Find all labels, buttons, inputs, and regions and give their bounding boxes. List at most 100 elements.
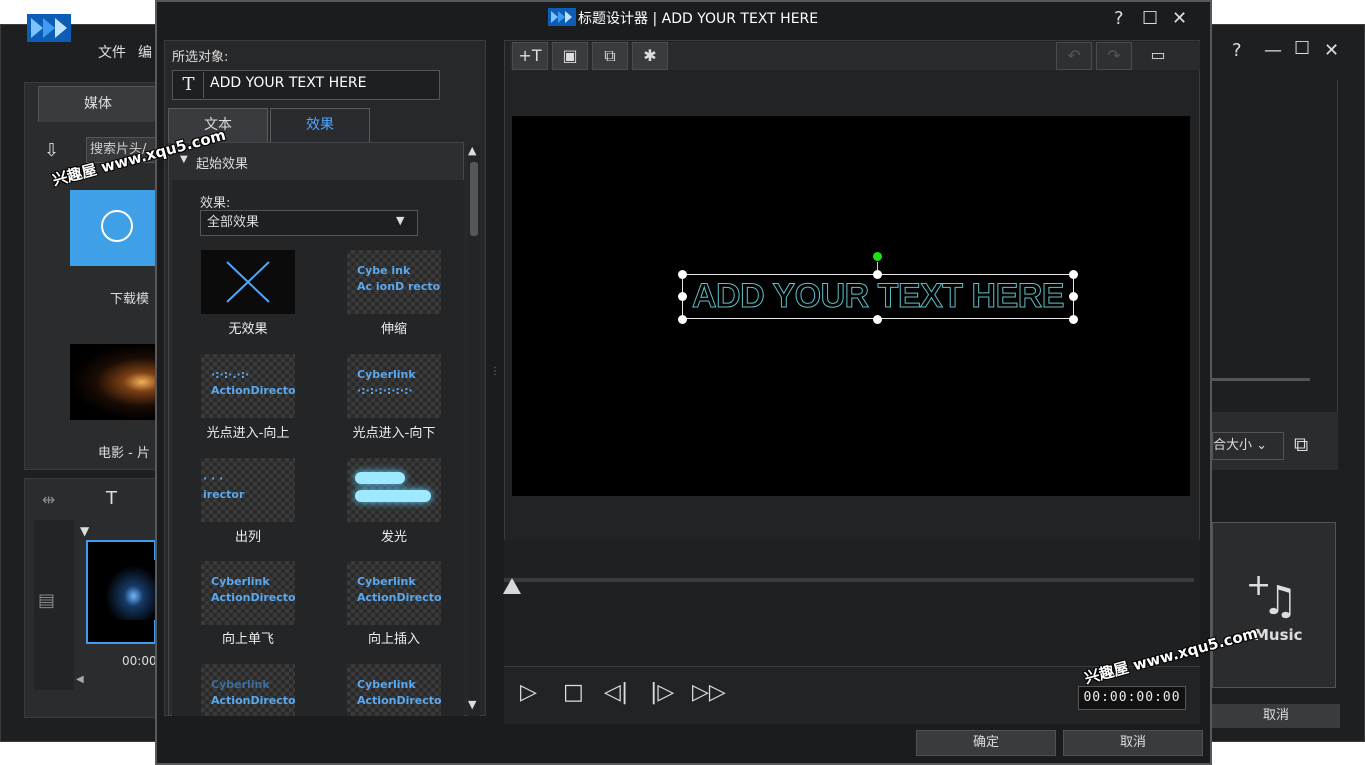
effect-sparkle-down-thumb[interactable]: Cyberlink ·:·:·:·:·:·:·	[347, 354, 441, 418]
clip-thumbnail	[100, 560, 156, 620]
effect-thumb[interactable]: Cyberlink ActionDirector	[201, 664, 295, 716]
add-image-button[interactable]: ▣	[552, 42, 588, 70]
rotate-handle[interactable]	[873, 252, 882, 261]
add-particle-button[interactable]: ✱	[632, 42, 668, 70]
cancel-button[interactable]: 取消	[1063, 730, 1203, 756]
preview-area	[1212, 80, 1338, 436]
designer-timeline	[504, 540, 1200, 666]
thumb-text: irector	[203, 488, 245, 501]
stop-icon[interactable]: □	[563, 680, 584, 705]
effect-fly-up-thumb[interactable]: Cyberlink ActionDirector	[201, 561, 295, 625]
music-note-icon: ♫	[1262, 578, 1298, 624]
effect-filter-select[interactable]: 全部效果	[200, 210, 418, 236]
music-label: Music	[1254, 626, 1303, 644]
effect-label: 发光	[380, 530, 407, 545]
effect-none-thumb[interactable]	[201, 250, 295, 314]
previous-frame-icon[interactable]: ◁|	[604, 680, 628, 705]
thumb-text: ActionDirector	[211, 591, 295, 604]
dialog-help-button[interactable]: ?	[1114, 8, 1124, 29]
resize-handle[interactable]	[678, 292, 687, 301]
clip-marker-icon[interactable]: ▼	[80, 524, 89, 538]
title-tool-icon[interactable]: T	[106, 488, 117, 509]
dialog-logo-icon	[548, 8, 576, 26]
add-layer-button[interactable]: ⧉	[592, 42, 628, 70]
effect-label: 伸缩	[380, 322, 407, 337]
menu-file[interactable]: 文件	[98, 42, 126, 62]
thumb-text: ·:·:·.·:·	[211, 368, 250, 381]
selection-box[interactable]	[682, 274, 1074, 319]
add-text-button[interactable]: +T	[512, 42, 548, 70]
dialog-maximize-button[interactable]: ☐	[1142, 8, 1158, 29]
effect-label: 光点进入-向下	[352, 426, 436, 441]
effect-label: 光点进入-向上	[206, 426, 290, 441]
effect-sparkle-up-thumb[interactable]: ·:·:·.·:· ActionDirector	[201, 354, 295, 418]
redo-button[interactable]: ↷	[1096, 42, 1132, 70]
effect-insert-up-thumb[interactable]: Cyberlink ActionDirector	[347, 561, 441, 625]
thumb-text: ActionDirector	[211, 384, 295, 397]
resize-handle[interactable]	[873, 270, 882, 279]
app-logo-icon	[27, 14, 71, 42]
clip-time: 00:00	[122, 654, 157, 668]
timecode-display: 00:00:00:00	[1078, 686, 1186, 710]
thumb-text: Cyberlink	[357, 575, 416, 588]
scroll-up-icon[interactable]: ▲	[468, 144, 476, 157]
resize-handle[interactable]	[1069, 292, 1078, 301]
help-button[interactable]: ?	[1232, 40, 1242, 61]
download-template-tile[interactable]	[70, 190, 160, 266]
close-button[interactable]: ✕	[1324, 40, 1339, 61]
maximize-button[interactable]: ☐	[1294, 38, 1310, 59]
effect-dequeue-thumb[interactable]: · · · irector	[201, 458, 295, 522]
ok-button[interactable]: 确定	[916, 730, 1056, 756]
effect-stretch-thumb[interactable]: Cybe ink Ac ionD rector	[347, 250, 441, 314]
split-icon[interactable]: ⇹	[42, 490, 55, 509]
background-cancel-button[interactable]: 取消	[1212, 704, 1340, 728]
dialog-close-button[interactable]: ✕	[1172, 8, 1187, 29]
resize-handle[interactable]	[873, 315, 882, 324]
tab-media[interactable]: 媒体	[38, 86, 158, 122]
scroll-left-icon[interactable]: ◀	[76, 674, 84, 685]
chevron-down-icon[interactable]: ▼	[396, 214, 404, 227]
thumb-text: Ac ionD rector	[357, 280, 441, 293]
menu-edit[interactable]: 编	[138, 42, 152, 62]
start-effect-section[interactable]: 起始效果	[196, 153, 248, 172]
preview-progress	[1212, 378, 1310, 381]
no-effect-icon	[226, 261, 270, 303]
dialog-title: 标题设计器 | ADD YOUR TEXT HERE	[578, 11, 819, 27]
timeline-ruler[interactable]	[504, 578, 1194, 582]
effect-label: 向上单飞	[221, 632, 274, 647]
selected-object-label: 所选对象:	[172, 50, 229, 65]
thumb-text: Cyberlink	[211, 575, 270, 588]
play-icon[interactable]: ▷	[520, 680, 537, 705]
scroll-down-icon[interactable]: ▼	[468, 698, 476, 711]
resize-handle[interactable]	[1069, 270, 1078, 279]
thumb-text: Cyberlink	[357, 368, 416, 381]
movie-template-label: 电影 - 片	[98, 446, 150, 461]
undo-button[interactable]: ↶	[1056, 42, 1092, 70]
resize-handle[interactable]	[678, 270, 687, 279]
resize-handle[interactable]	[1069, 315, 1078, 324]
selected-object-value[interactable]: ADD YOUR TEXT HERE	[210, 75, 367, 91]
effect-thumb[interactable]: Cyberlink ActionDirector	[347, 664, 441, 716]
import-icon[interactable]: ⇩	[44, 140, 66, 161]
resize-handle[interactable]	[678, 315, 687, 324]
minimize-button[interactable]: —	[1264, 40, 1282, 61]
movie-template-tile[interactable]	[70, 344, 160, 420]
cast-icon[interactable]: ⧉	[1294, 432, 1308, 456]
thumb-text: ActionDirector	[357, 694, 441, 707]
effect-label: 无效果	[228, 322, 268, 337]
playhead-slider[interactable]	[503, 578, 521, 594]
next-frame-icon[interactable]: |▷	[650, 680, 674, 705]
tab-effect[interactable]: 效果	[270, 108, 370, 142]
pane-splitter-handle[interactable]: ⋮	[490, 366, 500, 392]
effect-label: 出列	[234, 530, 261, 545]
scrollbar-thumb[interactable]	[470, 162, 478, 236]
thumb-text: Cybe ink	[357, 264, 411, 277]
effect-label: 向上插入	[367, 632, 420, 647]
track-icon: ▤	[38, 590, 56, 611]
fit-size-select[interactable]: 合大小 ⌄	[1212, 432, 1284, 460]
thumb-text: ·:·:·:·:·:·:·	[357, 384, 413, 397]
safe-zone-button[interactable]: ▭	[1140, 42, 1176, 70]
fast-forward-icon[interactable]: ▷▷	[692, 680, 726, 705]
thumb-text: ActionDirector	[211, 694, 295, 707]
effect-glow-thumb[interactable]	[347, 458, 441, 522]
